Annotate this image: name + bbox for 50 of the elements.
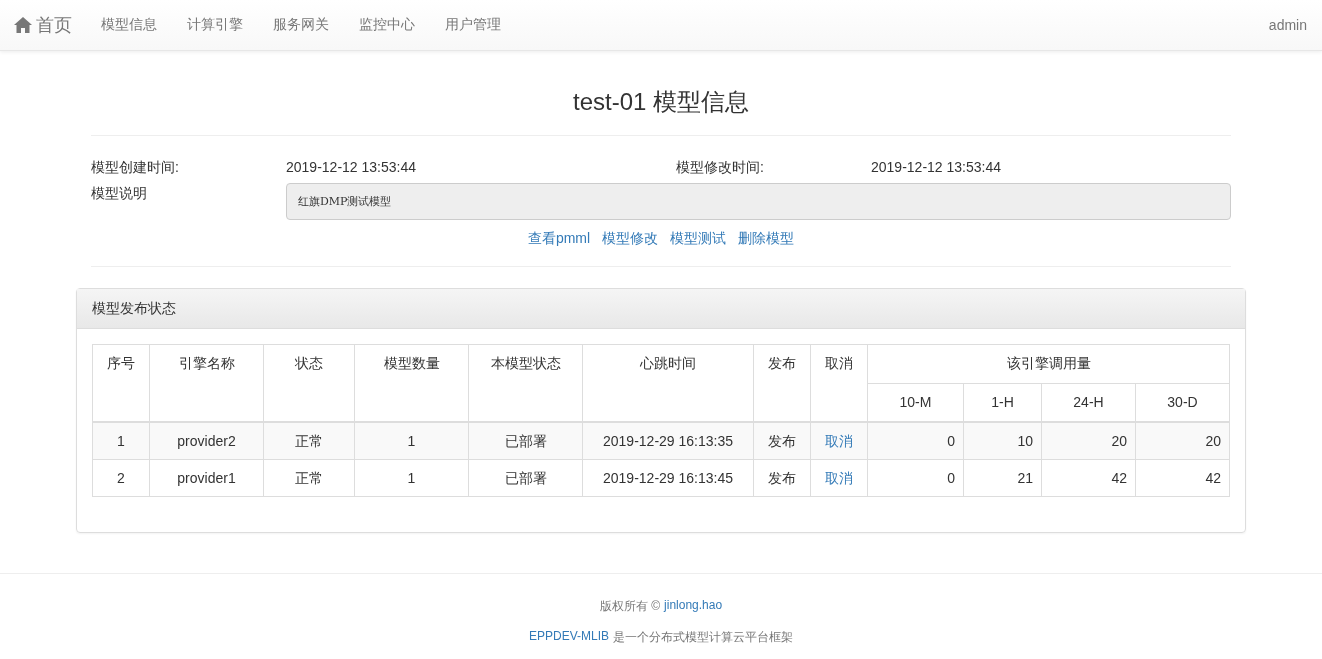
- tagline-text: 是一个分布式模型计算云平台框架: [613, 629, 793, 646]
- table-cell: 2019-12-29 16:13:45: [582, 459, 754, 497]
- table-cell: 已部署: [468, 459, 583, 497]
- field-value: 2019-12-12 13:53:44: [286, 158, 417, 177]
- cancel-link[interactable]: 取消: [825, 470, 853, 486]
- nav-link[interactable]: 用户管理: [430, 16, 516, 34]
- table-cell: 42: [1135, 459, 1230, 497]
- description-field[interactable]: 红旗DMP测试模型: [286, 183, 1231, 220]
- table-cell: 20: [1135, 422, 1230, 460]
- nav-link[interactable]: 模型信息: [86, 16, 172, 34]
- table-cell: 1: [354, 422, 469, 460]
- nav-link[interactable]: 服务网关: [258, 16, 344, 34]
- nav-link[interactable]: 计算引擎: [172, 16, 258, 34]
- field-label: 模型创建时间:: [91, 158, 180, 177]
- home-link[interactable]: 首页: [14, 13, 72, 37]
- table-cell: 21: [963, 459, 1042, 497]
- table-cell: 0: [867, 459, 964, 497]
- action-link[interactable]: 模型测试: [670, 230, 727, 248]
- action-link[interactable]: 查看pmml: [527, 230, 591, 248]
- table-cell: 发布: [753, 459, 811, 497]
- home-icon: [14, 17, 32, 33]
- field-label: 模型说明: [91, 184, 148, 203]
- field-label: 模型修改时间:: [676, 158, 765, 177]
- table-cell: 2019-12-29 16:13:35: [582, 422, 754, 460]
- user-menu[interactable]: admin: [1268, 17, 1307, 33]
- author-link[interactable]: jinlong.hao: [664, 598, 723, 615]
- action-link[interactable]: 模型修改: [602, 230, 659, 248]
- table-cell: 正常: [263, 422, 355, 460]
- table-cell: 0: [867, 422, 964, 460]
- cancel-link[interactable]: 取消: [825, 433, 853, 449]
- nav-link[interactable]: 监控中心: [344, 16, 430, 34]
- table-cell: 42: [1041, 459, 1136, 497]
- table-cell: provider1: [149, 459, 264, 497]
- table-cell: 1: [92, 422, 150, 460]
- page-title: test-01 模型信息: [571, 87, 750, 117]
- table-cell: 发布: [753, 422, 811, 460]
- copyright-text: 版权所有 ©: [599, 598, 661, 615]
- field-value: 2019-12-12 13:53:44: [871, 158, 1002, 177]
- project-link[interactable]: EPPDEV-MLIB: [529, 629, 609, 646]
- brand-label: 首页: [36, 14, 72, 37]
- table-cell: 10: [963, 422, 1042, 460]
- action-link[interactable]: 删除模型: [738, 230, 795, 248]
- panel-title: 模型发布状态: [92, 300, 176, 316]
- table-cell: 正常: [263, 459, 355, 497]
- table-cell: provider2: [149, 422, 264, 460]
- table-cell: 已部署: [468, 422, 583, 460]
- table-cell: 2: [92, 459, 150, 497]
- table-cell: 1: [354, 459, 469, 497]
- table-cell: 20: [1041, 422, 1136, 460]
- column-header: 该引擎调用量: [867, 344, 1230, 384]
